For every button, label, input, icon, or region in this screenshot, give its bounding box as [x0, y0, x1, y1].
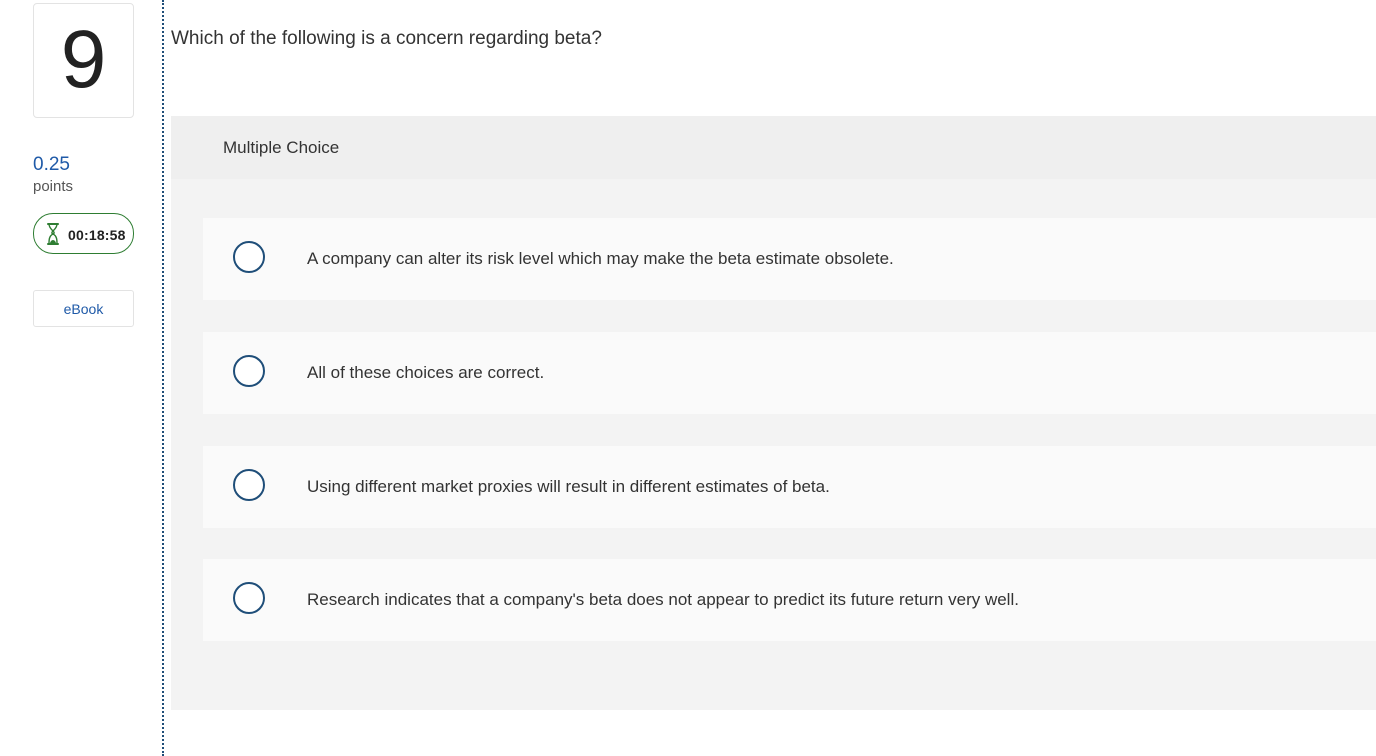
multiple-choice-panel: Multiple Choice A company can alter its … — [171, 116, 1376, 710]
multiple-choice-header: Multiple Choice — [171, 116, 1376, 179]
choice-radio-2[interactable] — [233, 355, 265, 387]
choice-text-3: Using different market proxies will resu… — [307, 477, 830, 496]
question-type-label: Multiple Choice — [223, 138, 340, 157]
timer[interactable]: 00:18:58 — [33, 213, 134, 254]
question-number: 9 — [60, 13, 107, 105]
sidebar: 9 0.25 points 00:18:58 eBook — [0, 0, 162, 756]
page: 9 0.25 points 00:18:58 eBook Which of th… — [0, 0, 1376, 756]
choice-option-4[interactable]: Research indicates that a company's beta… — [203, 559, 1376, 641]
points-label: points — [33, 178, 74, 195]
ebook-button[interactable]: eBook — [33, 290, 134, 327]
timer-text: 00:18:58 — [68, 226, 126, 243]
question-text: Which of the following is a concern rega… — [171, 28, 602, 49]
choice-radio-4[interactable] — [233, 582, 265, 614]
choice-radio-1[interactable] — [233, 241, 265, 273]
points-value: 0.25 — [33, 154, 70, 175]
choice-radio-3[interactable] — [233, 469, 265, 501]
question-number-box: 9 — [33, 3, 134, 118]
choice-text-4: Research indicates that a company's beta… — [307, 590, 1019, 609]
choice-option-1[interactable]: A company can alter its risk level which… — [203, 218, 1376, 300]
hourglass-icon — [46, 222, 60, 246]
choice-option-2[interactable]: All of these choices are correct. — [203, 332, 1376, 414]
choice-text-1: A company can alter its risk level which… — [307, 249, 894, 268]
sidebar-divider — [162, 0, 164, 756]
choice-text-2: All of these choices are correct. — [307, 363, 545, 382]
choice-option-3[interactable]: Using different market proxies will resu… — [203, 446, 1376, 528]
